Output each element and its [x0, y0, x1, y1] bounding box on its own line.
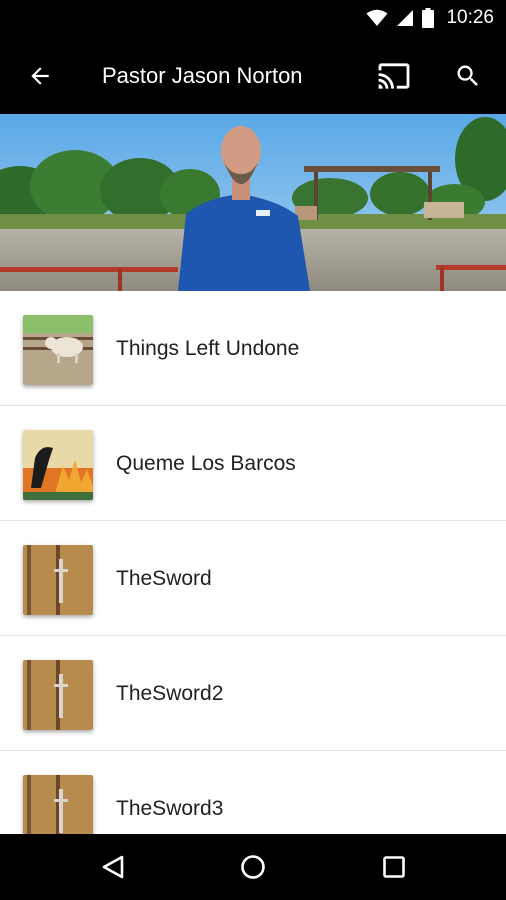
list-item[interactable]: Things Left Undone — [0, 291, 506, 406]
status-bar: 10:26 — [0, 0, 506, 38]
hero-photo — [0, 114, 506, 291]
battery-icon — [422, 8, 435, 28]
list-item[interactable]: TheSword2 — [0, 636, 506, 751]
list-item[interactable]: TheSword — [0, 521, 506, 636]
nav-back-button[interactable] — [73, 834, 153, 900]
home-circle-icon — [241, 855, 265, 879]
arrow-left-icon — [31, 67, 49, 85]
cast-button[interactable] — [370, 38, 418, 114]
wifi-icon — [366, 9, 388, 26]
search-button[interactable] — [444, 38, 492, 114]
cast-icon — [378, 63, 410, 89]
item-title: TheSword — [116, 567, 212, 590]
status-icons: 10:26 — [366, 7, 494, 29]
toolbar: Pastor Jason Norton — [0, 38, 506, 114]
cow-thumbnail — [23, 315, 93, 385]
back-triangle-icon — [102, 855, 124, 879]
bible-thumbnail — [23, 660, 93, 730]
item-title: Queme Los Barcos — [116, 452, 296, 475]
bible-thumbnail — [23, 545, 93, 615]
back-button[interactable] — [16, 38, 64, 114]
navigation-bar — [0, 834, 506, 900]
item-title: TheSword2 — [116, 682, 224, 705]
status-time: 10:26 — [446, 7, 494, 28]
list-item[interactable]: TheSword3 — [0, 751, 506, 834]
search-icon — [457, 65, 478, 86]
item-title: TheSword3 — [116, 797, 224, 820]
nav-home-button[interactable] — [213, 834, 293, 900]
toolbar-title: Pastor Jason Norton — [102, 63, 303, 88]
sermon-list: Things Left Undone Queme Los Barcos TheS… — [0, 291, 506, 834]
list-item[interactable]: Queme Los Barcos — [0, 406, 506, 521]
recents-square-icon — [383, 856, 405, 878]
bible-thumbnail — [23, 775, 93, 834]
cellular-signal-icon — [397, 10, 414, 26]
item-title: Things Left Undone — [116, 337, 300, 360]
header-photo — [0, 114, 506, 291]
nav-recents-button[interactable] — [354, 834, 434, 900]
horse-fire-thumbnail — [23, 430, 93, 500]
